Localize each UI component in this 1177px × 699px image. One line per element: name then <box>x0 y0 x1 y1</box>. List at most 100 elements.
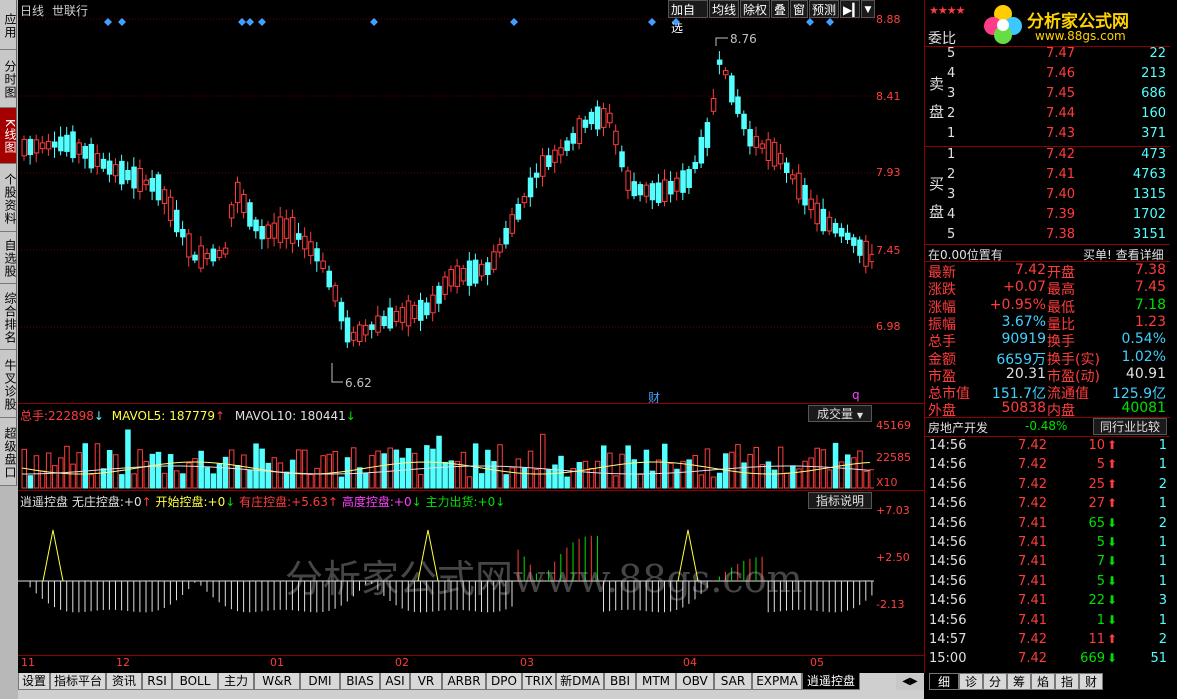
date-tick: 05 <box>810 656 824 669</box>
orderbook-price[interactable]: 7.42 <box>1017 147 1075 162</box>
volume-bar <box>479 473 485 489</box>
add-watchlist-button[interactable]: 加自选 <box>668 0 708 35</box>
panel-tab[interactable]: 细 <box>929 673 959 690</box>
indicator-help-button[interactable]: 指标说明 <box>808 492 872 509</box>
tab-kline[interactable]: K线图 <box>0 108 17 164</box>
orderbook-level: 3 <box>947 86 956 101</box>
panel-tab[interactable]: 筹 <box>1007 673 1031 690</box>
play-end-icon[interactable]: ▶▎ <box>840 0 861 18</box>
orderbook-price[interactable]: 7.39 <box>1017 207 1075 222</box>
indicator-tab[interactable]: 资讯 <box>106 673 142 690</box>
panel-tab[interactable]: 焰 <box>1031 673 1055 690</box>
overlay-button[interactable]: 叠 <box>771 0 789 18</box>
volume-bar <box>143 461 149 489</box>
scroll-arrows-icon[interactable]: ◀▶ <box>896 674 924 690</box>
indicator-tab[interactable]: DPO <box>486 673 522 690</box>
orderbook-level: 2 <box>947 106 956 121</box>
stat-value: 3.67% <box>1001 313 1046 330</box>
orderbook-price[interactable]: 7.40 <box>1017 187 1075 202</box>
candle-body <box>601 108 607 128</box>
compare-sector-button[interactable]: 同行业比较 <box>1093 418 1167 435</box>
orderbook-price[interactable]: 7.45 <box>1017 86 1075 101</box>
indicator-tab[interactable]: TRIX <box>522 673 556 690</box>
orderbook-price[interactable]: 7.46 <box>1017 66 1075 81</box>
candle-body <box>570 133 576 144</box>
q-marker[interactable]: q <box>852 388 860 402</box>
orderbook-price[interactable]: 7.41 <box>1017 167 1075 182</box>
indicator-tab[interactable]: 新DMA <box>556 673 604 690</box>
tab-stock-info[interactable]: 个股资料 <box>0 164 17 232</box>
indicator-tab[interactable]: RSI <box>142 673 172 690</box>
candle-body <box>113 164 119 177</box>
tab-timeshare[interactable]: 分时图 <box>0 50 17 108</box>
panel-tab[interactable]: 指 <box>1055 673 1079 690</box>
divider <box>18 655 924 656</box>
volume-dropdown[interactable]: 成交量 ▼ <box>808 405 872 422</box>
candle-body <box>863 240 869 267</box>
indicator-tab[interactable]: BOLL <box>172 673 218 690</box>
candle-body <box>381 316 387 327</box>
indicator-tab[interactable]: ARBR <box>442 673 486 690</box>
tick-count: 1 <box>1158 438 1167 453</box>
volume-bar <box>149 453 156 489</box>
orderbook-price[interactable]: 7.44 <box>1017 106 1075 121</box>
orderbook-price[interactable]: 7.38 <box>1017 227 1075 242</box>
volume-bar <box>131 473 137 489</box>
tick-count: 2 <box>1158 515 1167 531</box>
volume-bar <box>192 458 198 489</box>
tick-row: 14:56 7.42 25 ⬆ 2 <box>925 477 1170 495</box>
candle-body <box>588 111 595 125</box>
volume-bar <box>308 474 314 489</box>
candle-body <box>777 152 784 165</box>
forecast-button[interactable]: 预测 <box>809 0 839 18</box>
panel-tab[interactable]: 财 <box>1079 673 1103 690</box>
indicator-tab[interactable]: BIAS <box>340 673 380 690</box>
indicator-tab[interactable]: 设置 <box>18 673 50 690</box>
indicator-tab[interactable]: 指标平台 <box>50 673 106 690</box>
indicator-tab[interactable]: W&R <box>254 673 300 690</box>
candle-body <box>241 193 247 214</box>
volume-bar <box>314 467 320 489</box>
orderbook-price[interactable]: 7.43 <box>1017 126 1075 141</box>
tab-watchlist[interactable]: 自选股 <box>0 232 17 284</box>
candle-body <box>131 166 137 189</box>
panel-tab[interactable]: 分 <box>983 673 1007 690</box>
window-button[interactable]: 窗 <box>790 0 808 18</box>
indicator-tab[interactable]: EXPMA <box>752 673 802 690</box>
candle-body <box>674 177 680 192</box>
arrow-up-icon: ⬆ <box>1107 457 1118 472</box>
candle-body <box>247 202 253 227</box>
orderbook-price[interactable]: 7.47 <box>1017 46 1075 61</box>
signal-diamond <box>826 18 834 26</box>
stat-value: 40.91 <box>1125 365 1166 382</box>
volume-bar <box>564 476 570 489</box>
indicator-tab[interactable]: ASI <box>380 673 410 690</box>
indicator-tab[interactable]: BBI <box>604 673 636 690</box>
candle-body <box>155 174 162 201</box>
tab-diagnose[interactable]: 牛叉诊股 <box>0 350 17 418</box>
arrow-up-icon: ⬆ <box>1107 476 1118 491</box>
triangle-down-icon[interactable]: ▼ <box>861 0 875 18</box>
tab-app[interactable]: 应用 <box>0 0 17 50</box>
indicator-tick: -2.13 <box>876 598 905 611</box>
tab-ranking[interactable]: 综合排名 <box>0 284 17 350</box>
sector-name[interactable]: 房地产开发 <box>928 419 988 436</box>
arrow-down-icon: ⬇ <box>1107 515 1118 530</box>
panel-tab[interactable]: 诊 <box>959 673 983 690</box>
volume-bar <box>582 460 589 489</box>
indicator-tab[interactable]: DMI <box>300 673 340 690</box>
candle-body <box>765 139 772 161</box>
ma-button[interactable]: 均线 <box>709 0 739 18</box>
volume-bar <box>619 453 625 489</box>
candle-body <box>479 263 485 277</box>
indicator-tab[interactable]: 逍遥控盘 <box>802 673 860 690</box>
indicator-tab[interactable]: OBV <box>676 673 714 690</box>
indicator-tab[interactable]: SAR <box>714 673 752 690</box>
price-tick: 8.41 <box>876 90 901 103</box>
indicator-tab[interactable]: MTM <box>636 673 676 690</box>
indicator-tab[interactable]: 主力 <box>218 673 254 690</box>
volume-bar <box>94 443 101 489</box>
indicator-tab[interactable]: VR <box>410 673 442 690</box>
tab-super-orderbook[interactable]: 超级盘口 <box>0 418 17 486</box>
exright-button[interactable]: 除权 <box>740 0 770 18</box>
